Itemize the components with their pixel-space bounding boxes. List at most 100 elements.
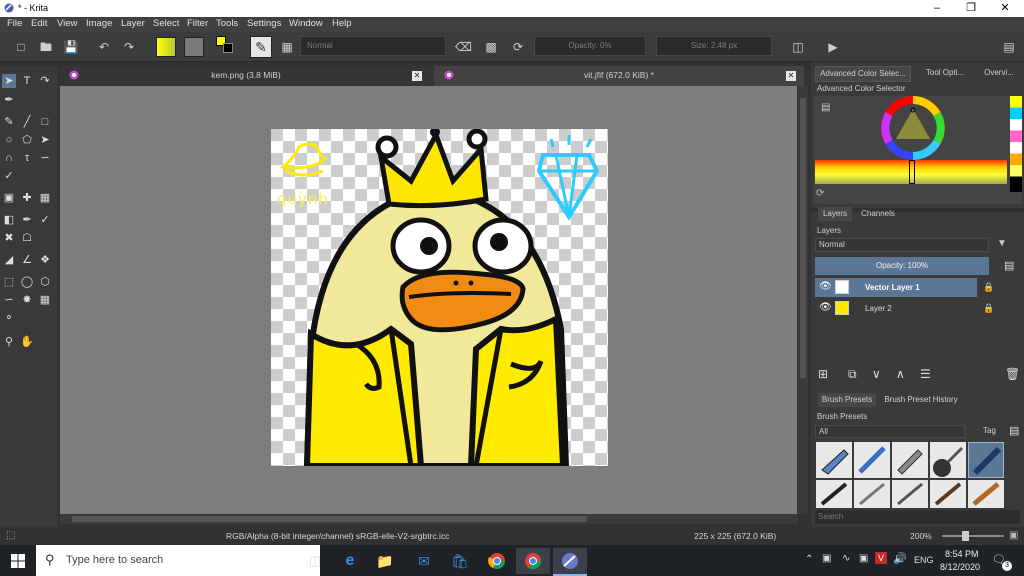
- dynamic-brush-tool-icon[interactable]: ∽: [38, 151, 52, 165]
- brush-preset-brush[interactable]: [930, 480, 966, 508]
- visibility-eye-icon[interactable]: 👁: [819, 281, 832, 292]
- similar-selection-tool-icon[interactable]: ▦: [38, 293, 52, 307]
- vertical-scrollbar[interactable]: [798, 86, 808, 514]
- chrome-icon[interactable]: [480, 548, 514, 574]
- canvas-image[interactable]: [271, 129, 608, 466]
- brush-preset-selected[interactable]: [968, 442, 1004, 478]
- brush-preset-soft-eraser[interactable]: [892, 442, 928, 478]
- store-icon[interactable]: 🛍: [443, 548, 477, 574]
- color-selector-reset-icon[interactable]: ⟳: [816, 188, 824, 199]
- gradient-swatch[interactable]: [156, 37, 176, 57]
- brush-editor-icon[interactable]: ▦: [279, 39, 295, 55]
- zoom-slider-handle[interactable]: [962, 531, 969, 541]
- background-color-swatch[interactable]: [223, 43, 233, 53]
- krita-taskbar-icon[interactable]: [553, 548, 587, 574]
- open-folder-icon[interactable]: 🖿: [38, 39, 54, 55]
- tab-overview[interactable]: Overvi...: [979, 66, 1019, 80]
- tab-channels[interactable]: Channels: [857, 207, 899, 221]
- tab-brush-presets[interactable]: Brush Presets: [818, 393, 876, 407]
- mirror-vertical-icon[interactable]: ▶: [825, 39, 841, 55]
- menu-file[interactable]: File: [7, 18, 22, 29]
- wifi-icon[interactable]: ∿: [842, 553, 850, 564]
- calligraphy-tool-icon[interactable]: ✒: [2, 93, 16, 107]
- windows-start-icon[interactable]: [11, 554, 25, 568]
- tab-tool-options[interactable]: Tool Opti...: [915, 66, 975, 80]
- taskbar-search-box[interactable]: ⚲ Type here to search: [36, 545, 320, 576]
- move-tool-icon[interactable]: ✚: [20, 191, 34, 205]
- clock-date[interactable]: 8/12/2020: [940, 562, 980, 572]
- close-tab-icon[interactable]: ✕: [412, 71, 422, 81]
- battery-icon[interactable]: ▣: [859, 553, 868, 564]
- menu-tools[interactable]: Tools: [216, 18, 238, 29]
- move-layer-down-icon[interactable]: ∨: [872, 367, 881, 381]
- ellipse-tool-icon[interactable]: ○: [2, 133, 16, 147]
- menu-settings[interactable]: Settings: [247, 18, 281, 29]
- chrome-active-icon[interactable]: [516, 548, 550, 574]
- new-document-icon[interactable]: □: [13, 39, 29, 55]
- reload-preset-icon[interactable]: ⟳: [510, 39, 526, 55]
- bezier-selection-tool-icon[interactable]: ⚬: [2, 311, 16, 325]
- tag-button[interactable]: Tag: [983, 426, 996, 435]
- menu-layer[interactable]: Layer: [121, 18, 145, 29]
- brush-preset-eraser[interactable]: [816, 442, 852, 478]
- menu-select[interactable]: Select: [153, 18, 179, 29]
- bezier-tool-icon[interactable]: ∩: [2, 151, 16, 165]
- reference-images-tool-icon[interactable]: ❖: [38, 253, 52, 267]
- input-language[interactable]: ENG: [914, 555, 934, 565]
- close-tab-icon[interactable]: ✕: [786, 71, 796, 81]
- menu-filter[interactable]: Filter: [187, 18, 208, 29]
- gradient-tool-icon[interactable]: ◧: [2, 213, 16, 227]
- brush-preset-marker[interactable]: [816, 480, 852, 508]
- freehand-selection-tool-icon[interactable]: ∽: [2, 293, 16, 307]
- brush-tool-icon[interactable]: ✎: [2, 115, 16, 129]
- mirror-horizontal-icon[interactable]: ◫: [790, 39, 806, 55]
- fill-tool-icon[interactable]: ☖: [20, 231, 34, 245]
- vertical-scroll-thumb[interactable]: [800, 98, 806, 378]
- duplicate-layer-icon[interactable]: ⧉: [848, 367, 857, 382]
- menu-image[interactable]: Image: [86, 18, 112, 29]
- rectangle-tool-icon[interactable]: □: [38, 115, 52, 129]
- polyline-tool-icon[interactable]: ➤: [38, 133, 52, 147]
- task-view-icon[interactable]: ◫: [298, 548, 332, 574]
- zoom-slider[interactable]: [942, 535, 1004, 537]
- brush-preset-button[interactable]: ✎: [250, 36, 272, 58]
- volume-icon[interactable]: 🔊: [893, 552, 907, 565]
- pan-tool-icon[interactable]: ✋: [20, 335, 34, 349]
- brush-preset-flat[interactable]: [968, 480, 1004, 508]
- rectangular-selection-tool-icon[interactable]: ⬚: [2, 275, 16, 289]
- freehand-path-tool-icon[interactable]: τ: [20, 151, 34, 165]
- layer-properties-sliders-icon[interactable]: ☰: [920, 367, 931, 381]
- zoom-tool-icon[interactable]: ⚲: [2, 335, 16, 349]
- layer-opacity-slider[interactable]: Opacity: 100%: [815, 257, 989, 275]
- brush-preset-pencil[interactable]: [854, 480, 890, 508]
- brush-search-input[interactable]: Search: [815, 510, 1020, 524]
- file-explorer-icon[interactable]: 📁: [368, 548, 402, 574]
- tab-kem-png[interactable]: kem.png (3.8 MiB) ✕: [60, 66, 432, 86]
- layer-lock-icon[interactable]: 🔒: [983, 303, 994, 314]
- delete-layer-icon[interactable]: 🗑: [1005, 367, 1020, 381]
- layer-filter-icon[interactable]: ▼: [997, 238, 1007, 249]
- brush-preset-airbrush[interactable]: [930, 442, 966, 478]
- menu-view[interactable]: View: [57, 18, 77, 29]
- opacity-slider[interactable]: Opacity: 0%: [534, 36, 646, 56]
- line-tool-icon[interactable]: ╱: [20, 115, 34, 129]
- contiguous-selection-tool-icon[interactable]: ✸: [20, 293, 34, 307]
- assistant-tool-icon[interactable]: ◢: [2, 253, 16, 267]
- horizontal-scroll-thumb[interactable]: [72, 516, 587, 522]
- eraser-mode-icon[interactable]: ⌫: [455, 39, 472, 55]
- size-slider[interactable]: Size: 2.48 px: [656, 36, 772, 56]
- menu-window[interactable]: Window: [289, 18, 323, 29]
- tab-brush-preset-history[interactable]: Brush Preset History: [881, 393, 961, 407]
- smart-patch-tool-icon[interactable]: ✓: [38, 213, 52, 227]
- color-picker-tool-icon[interactable]: ✒: [20, 213, 34, 227]
- save-icon[interactable]: 💾: [63, 39, 79, 55]
- tab-advanced-color-selector[interactable]: Advanced Color Selec...: [815, 66, 911, 82]
- polygon-tool-icon[interactable]: ⬠: [20, 133, 34, 147]
- layer-properties-icon[interactable]: ▤: [1004, 259, 1014, 272]
- preserve-alpha-icon[interactable]: ▩: [483, 39, 499, 55]
- text-tool-icon[interactable]: T: [20, 74, 34, 88]
- move-layer-up-icon[interactable]: ∧: [896, 367, 905, 381]
- elliptical-selection-tool-icon[interactable]: ◯: [20, 275, 34, 289]
- polygonal-selection-tool-icon[interactable]: ⬡: [38, 275, 52, 289]
- visibility-eye-icon[interactable]: 👁: [819, 302, 832, 313]
